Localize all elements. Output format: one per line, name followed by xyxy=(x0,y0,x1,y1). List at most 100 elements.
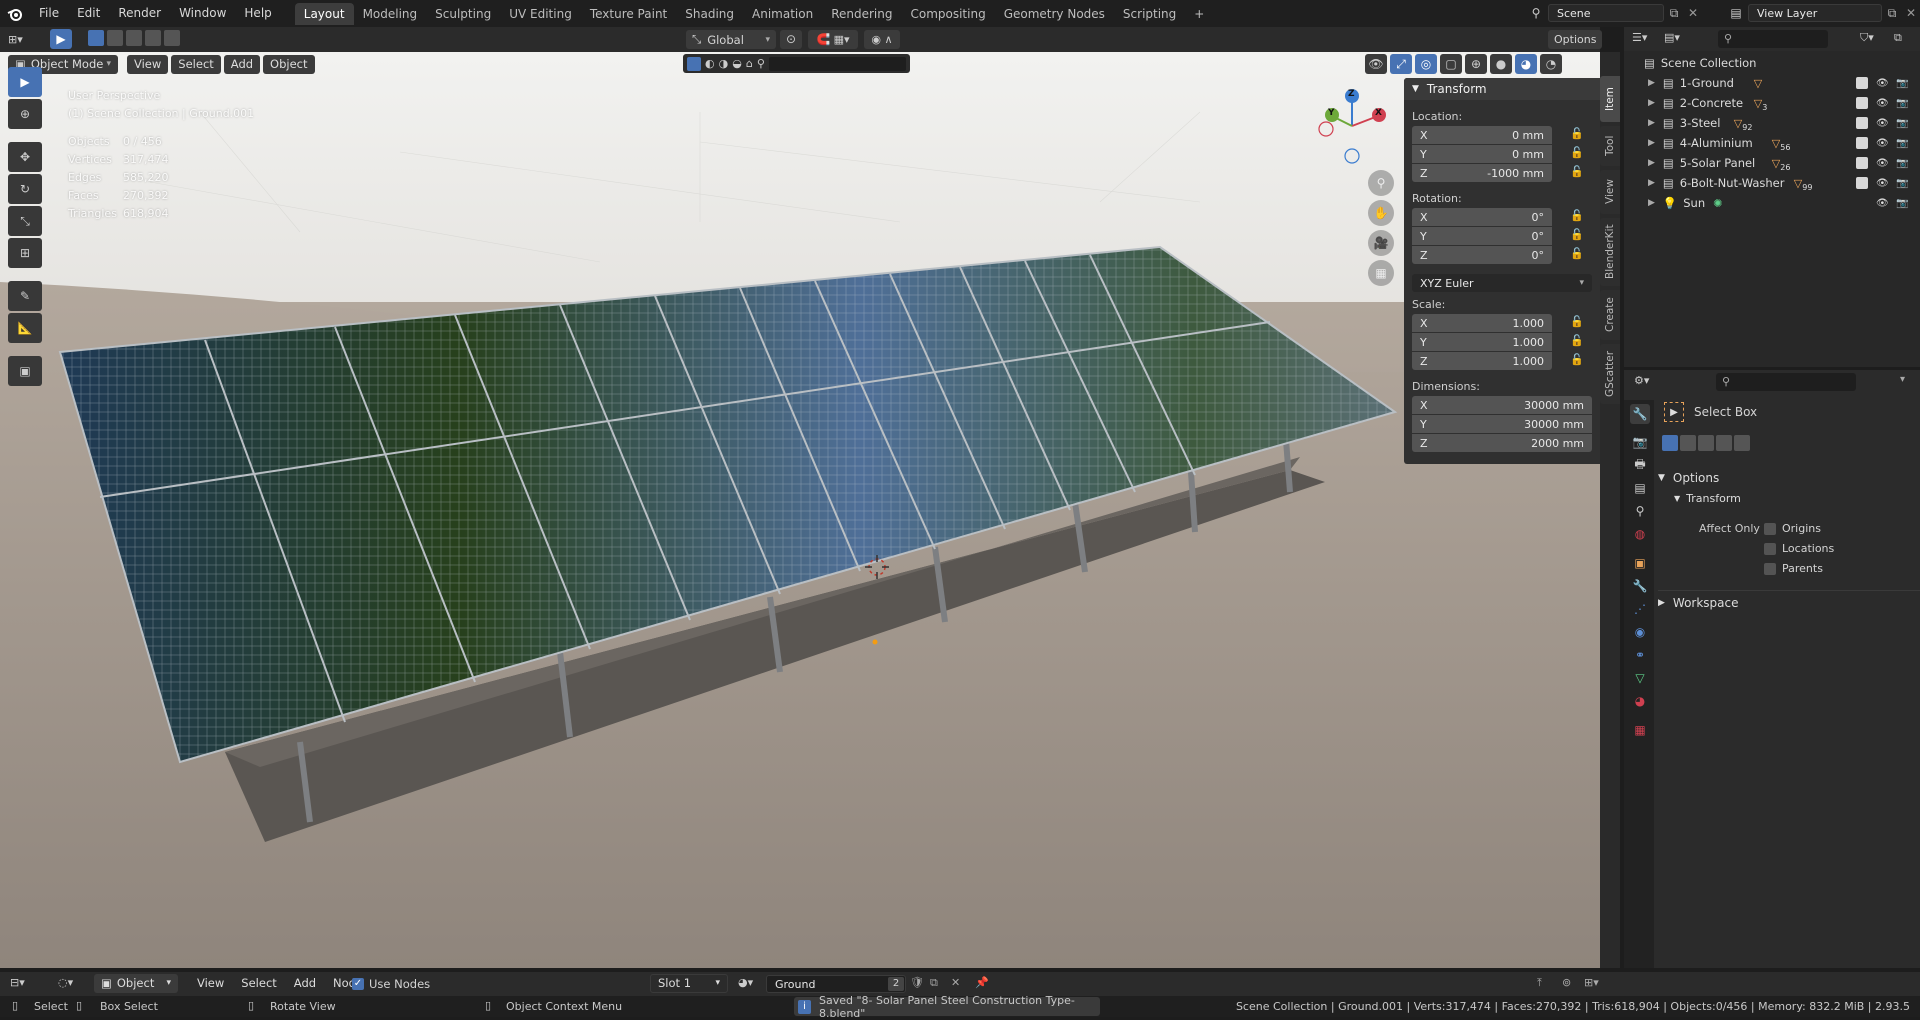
object-filter-icon[interactable] xyxy=(687,56,701,71)
slot-dropdown[interactable]: Slot 1 ▾ xyxy=(650,974,728,993)
shader-type-icon[interactable]: ◌▾ xyxy=(58,976,73,989)
material-name-field[interactable]: Ground xyxy=(766,975,906,993)
expand-icon[interactable]: ▶ xyxy=(1648,98,1655,108)
move-tool-icon[interactable]: ✥ xyxy=(8,142,42,172)
lock-icon[interactable]: 🔓 xyxy=(1570,247,1584,260)
tab-blenderkit[interactable]: BlenderKit xyxy=(1600,218,1620,286)
tab-shading[interactable]: Shading xyxy=(676,3,743,25)
menu-add[interactable]: Add xyxy=(223,54,261,74)
tab-texture-paint[interactable]: Texture Paint xyxy=(581,3,676,25)
solid-shading-icon[interactable]: ● xyxy=(1490,54,1512,74)
select-subtract-icon[interactable] xyxy=(1698,435,1714,451)
cursor-tool-icon[interactable]: ⊕ xyxy=(8,99,42,129)
menu-view[interactable]: View xyxy=(127,54,169,74)
exclude-checkbox[interactable] xyxy=(1856,97,1868,109)
tab-item[interactable]: Item xyxy=(1600,76,1620,122)
mesh-filter-icon[interactable]: ◐ xyxy=(705,57,715,70)
tab-tool[interactable]: Tool xyxy=(1600,126,1620,166)
particle-properties-icon[interactable]: ⋰ xyxy=(1630,599,1650,619)
editor-type-icon[interactable]: ☰▾ xyxy=(1632,31,1647,44)
texture-properties-icon[interactable]: ▦ xyxy=(1630,720,1650,740)
render-icon[interactable]: 📷 xyxy=(1896,198,1908,209)
new-view-layer-icon[interactable]: ⧉ xyxy=(1882,6,1902,21)
dimensions-x-field[interactable]: X 30000 mm xyxy=(1412,396,1592,414)
viewport-search-input[interactable] xyxy=(768,56,906,71)
render-icon[interactable]: 📷 xyxy=(1896,78,1908,89)
expand-icon[interactable]: ▶ xyxy=(1648,78,1655,88)
select-intersect-icon[interactable] xyxy=(164,30,180,46)
expand-icon[interactable]: ▶ xyxy=(1648,178,1655,188)
render-icon[interactable]: 📷 xyxy=(1896,138,1908,149)
expand-icon[interactable]: ▶ xyxy=(1648,158,1655,168)
lock-icon[interactable]: 🔓 xyxy=(1570,334,1584,347)
xray-toggle-icon[interactable]: ▢ xyxy=(1440,54,1462,74)
select-new-icon[interactable] xyxy=(88,30,104,46)
duplicate-material-icon[interactable]: ⧉ xyxy=(930,976,938,990)
viewport-3d[interactable]: ▣ Object Mode ▾ View Select Add Object ◐… xyxy=(0,52,1600,968)
rotation-x-field[interactable]: X 0° xyxy=(1412,208,1552,226)
transform-tool-icon[interactable]: ⊞ xyxy=(8,238,42,268)
rotation-z-field[interactable]: Z 0° xyxy=(1412,246,1552,264)
save-report[interactable]: i Saved "8- Solar Panel Steel Constructi… xyxy=(794,994,1100,1020)
expand-icon[interactable]: ▶ xyxy=(1648,118,1655,128)
select-extend-icon[interactable] xyxy=(107,30,123,46)
exclude-checkbox[interactable] xyxy=(1856,177,1868,189)
exclude-checkbox[interactable] xyxy=(1856,77,1868,89)
fake-user-icon[interactable]: 🛡 xyxy=(910,976,924,989)
tool-properties-icon[interactable]: 🔧 xyxy=(1630,404,1650,424)
outliner-root[interactable]: ▤ Scene Collection xyxy=(1624,53,1914,73)
lock-icon[interactable]: 🔓 xyxy=(1570,228,1584,241)
material-users-count[interactable]: 2 xyxy=(888,977,904,991)
lock-icon[interactable]: 🔓 xyxy=(1570,165,1584,178)
modifier-properties-icon[interactable]: 🔧 xyxy=(1630,576,1650,596)
wireframe-shading-icon[interactable]: ⊕ xyxy=(1465,54,1487,74)
snap-target-icon[interactable]: ⊞▾ xyxy=(1584,976,1599,989)
outliner-search-input[interactable]: ⚲ xyxy=(1718,30,1828,48)
light-filter-icon[interactable]: ◑ xyxy=(719,57,729,70)
outliner-item-aluminium[interactable]: ▶ ▤ 4-Aluminium ▽ 56 👁 📷 xyxy=(1624,133,1914,153)
eye-icon[interactable]: 👁 xyxy=(1876,138,1889,149)
proportional-edit-toggle[interactable]: ◉ ∧ xyxy=(864,30,900,49)
menu-object[interactable]: Object xyxy=(263,54,315,74)
output-properties-icon[interactable]: 🖶 xyxy=(1630,455,1650,475)
blender-logo-icon[interactable] xyxy=(0,0,30,27)
tab-modeling[interactable]: Modeling xyxy=(354,3,427,25)
rotate-tool-icon[interactable]: ↻ xyxy=(8,174,42,204)
object-properties-icon[interactable]: ▣ xyxy=(1630,553,1650,573)
gizmo-toggle-icon[interactable]: ⤢ xyxy=(1390,54,1412,74)
tab-compositing[interactable]: Compositing xyxy=(901,3,994,25)
outliner-item-concrete[interactable]: ▶ ▤ 2-Concrete ▽ 3 👁 📷 xyxy=(1624,93,1914,113)
add-workspace-button[interactable]: + xyxy=(1185,3,1213,25)
render-icon[interactable]: 📷 xyxy=(1896,178,1908,189)
affect-locations-checkbox[interactable]: Locations xyxy=(1764,542,1834,555)
eye-icon[interactable]: 👁 xyxy=(1876,198,1889,209)
eye-icon[interactable]: 👁 xyxy=(1876,118,1889,129)
material-browse-icon[interactable]: ◕▾ xyxy=(738,976,753,989)
annotate-tool-icon[interactable]: ✎ xyxy=(8,281,42,311)
editor-type-icon[interactable]: ⊞▾ xyxy=(8,30,38,49)
expand-icon[interactable]: ▶ xyxy=(1648,138,1655,148)
menu-file[interactable]: File xyxy=(30,0,68,27)
eye-icon[interactable]: 👁 xyxy=(1876,98,1889,109)
pan-view-icon[interactable]: ✋ xyxy=(1368,200,1394,226)
menu-add[interactable]: Add xyxy=(287,974,323,993)
scale-y-field[interactable]: Y 1.000 xyxy=(1412,333,1552,351)
filter-icon[interactable]: ⛉▾ xyxy=(1860,31,1874,45)
use-nodes-checkbox[interactable]: ✓ Use Nodes xyxy=(352,977,430,991)
tab-animation[interactable]: Animation xyxy=(743,3,822,25)
render-icon[interactable]: 📷 xyxy=(1896,98,1908,109)
delete-view-layer-icon[interactable]: ✕ xyxy=(1902,6,1920,20)
tab-layout[interactable]: Layout xyxy=(294,2,354,25)
tab-geometry-nodes[interactable]: Geometry Nodes xyxy=(995,3,1114,25)
scale-x-field[interactable]: X 1.000 xyxy=(1412,314,1552,332)
viewport-filter-bar[interactable]: ◐ ◑ ◒ ⌂ ⚲ xyxy=(683,54,910,73)
ortho-toggle-icon[interactable]: ▦ xyxy=(1368,260,1394,286)
zoom-view-icon[interactable]: ⚲ xyxy=(1368,170,1394,196)
select-subtract-icon[interactable] xyxy=(126,30,142,46)
rotation-mode-dropdown[interactable]: XYZ Euler ▾ xyxy=(1412,274,1592,292)
camera-view-icon[interactable]: 🎥 xyxy=(1368,230,1394,256)
orientation-dropdown[interactable]: ⤡ Global ▾ xyxy=(686,30,776,49)
eye-icon[interactable]: 👁 xyxy=(1876,158,1889,169)
workspace-panel-header[interactable]: ▶ Workspace xyxy=(1658,590,1920,610)
menu-window[interactable]: Window xyxy=(170,0,235,27)
